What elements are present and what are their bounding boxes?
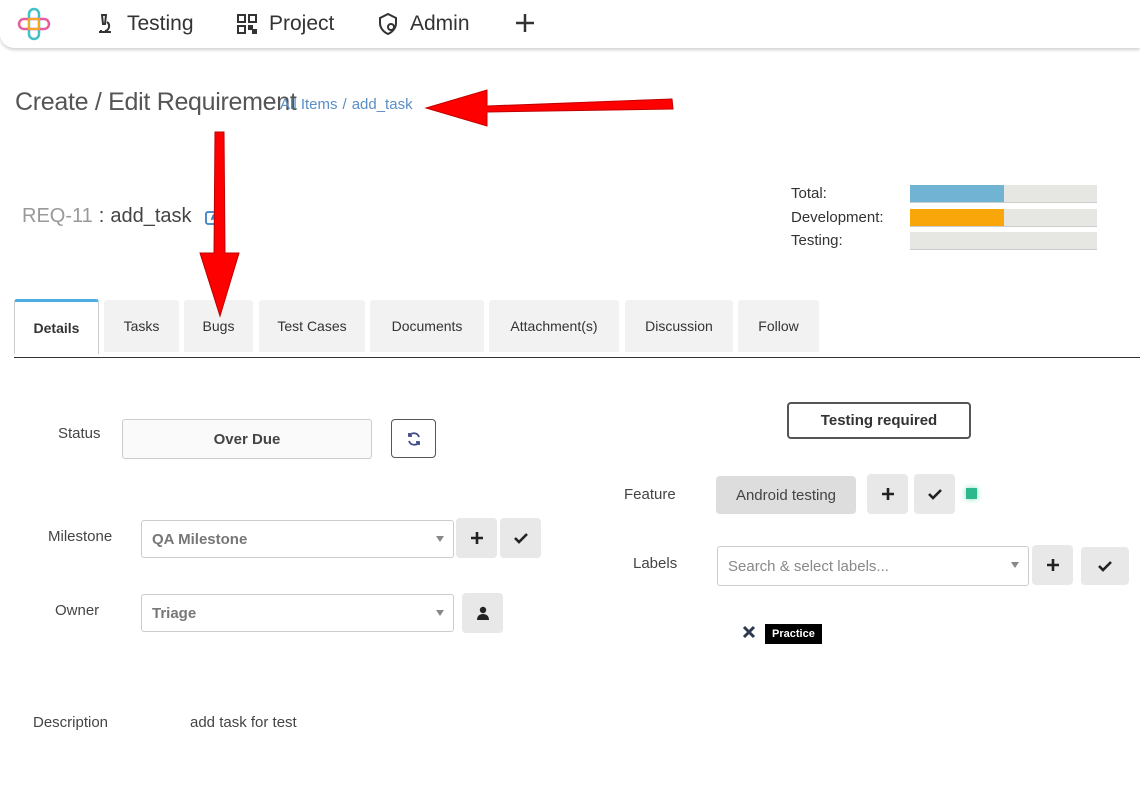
feature-value[interactable]: Android testing <box>716 476 856 514</box>
breadcrumb-all-items[interactable]: All Items <box>280 96 338 113</box>
labels-label: Labels <box>633 555 678 572</box>
requirement-heading: REQ-11 : add_task <box>22 205 224 228</box>
remove-tag-icon[interactable] <box>742 625 756 639</box>
tab-follow[interactable]: Follow <box>738 300 819 352</box>
tab-discussion[interactable]: Discussion <box>625 300 733 352</box>
requirement-name: add_task <box>110 205 192 227</box>
milestone-select-value: QA Milestone <box>152 530 248 548</box>
requirement-tabs: Details Tasks Bugs Test Cases Documents … <box>14 299 1140 358</box>
assign-owner-button[interactable] <box>462 593 503 633</box>
confirm-feature-button[interactable] <box>914 474 955 514</box>
nav-project-label: Project <box>269 12 335 35</box>
plus-icon <box>1046 559 1059 571</box>
refresh-status-button[interactable] <box>391 419 436 458</box>
tab-documents[interactable]: Documents <box>370 300 484 352</box>
tab-details[interactable]: Details <box>14 299 99 354</box>
tab-tasks[interactable]: Tasks <box>104 300 179 352</box>
nav-admin[interactable]: Admin <box>376 8 470 40</box>
owner-select-value: Triage <box>152 604 197 622</box>
breadcrumb-current[interactable]: add_task <box>352 96 413 113</box>
progress-total-bar <box>910 185 1097 203</box>
status-value: Over Due <box>122 419 372 459</box>
confirm-milestone-button[interactable] <box>500 518 541 558</box>
check-icon <box>927 489 942 500</box>
labels-select-placeholder: Search & select labels... <box>728 557 889 575</box>
progress-total-label: Total: <box>791 185 827 202</box>
check-icon <box>513 533 528 544</box>
page-title: Create / Edit Requirement <box>15 88 297 116</box>
add-milestone-button[interactable] <box>456 518 497 558</box>
chevron-down-icon <box>436 536 444 542</box>
plus-icon <box>470 532 483 544</box>
qr-grid-icon <box>237 14 257 34</box>
microscope-icon <box>99 14 111 33</box>
chevron-down-icon <box>436 610 444 616</box>
user-icon <box>476 606 489 620</box>
chevron-down-icon <box>1011 562 1019 568</box>
nav-testing-label: Testing <box>127 12 194 35</box>
nav-project[interactable]: Project <box>235 8 334 40</box>
breadcrumb-separator: / <box>342 96 347 113</box>
tab-attachments[interactable]: Attachment(s) <box>489 300 619 352</box>
nav-admin-label: Admin <box>410 12 470 35</box>
check-icon <box>1098 561 1112 572</box>
tab-test-cases[interactable]: Test Cases <box>259 300 365 352</box>
refresh-icon <box>407 431 420 446</box>
progress-total-fill <box>910 185 1004 202</box>
progress-testing-bar <box>910 232 1097 250</box>
plus-icon[interactable] <box>512 10 538 36</box>
add-label-button[interactable] <box>1032 545 1073 585</box>
admin-shield-icon <box>379 12 397 36</box>
feature-label: Feature <box>624 486 676 503</box>
requirement-id: REQ-11 <box>22 205 93 227</box>
plus-icon <box>881 488 894 500</box>
app-logo-icon[interactable] <box>16 6 52 42</box>
testing-required-button[interactable]: Testing required <box>787 402 971 439</box>
tab-bugs[interactable]: Bugs <box>184 300 253 352</box>
progress-development-bar <box>910 209 1097 227</box>
annotation-arrow-breadcrumb <box>424 89 674 127</box>
labels-select[interactable]: Search & select labels... <box>717 546 1029 586</box>
owner-select[interactable]: Triage <box>141 594 454 632</box>
requirement-separator: : <box>98 205 105 227</box>
confirm-label-button[interactable] <box>1081 547 1129 585</box>
progress-development-fill <box>910 209 1004 226</box>
label-tag: Practice <box>765 624 822 644</box>
add-feature-button[interactable] <box>867 474 908 514</box>
edit-icon[interactable] <box>204 206 224 227</box>
description-label: Description <box>33 714 109 731</box>
breadcrumb: All Items / add_task <box>280 96 413 113</box>
top-navbar: Testing Project Admin <box>0 0 1140 48</box>
progress-development-label: Development: <box>791 209 884 226</box>
progress-testing-label: Testing: <box>791 232 843 249</box>
owner-label: Owner <box>55 602 100 619</box>
status-label: Status <box>58 425 101 442</box>
milestone-select[interactable]: QA Milestone <box>141 520 454 558</box>
status-indicator-icon <box>966 488 977 499</box>
description-value: add task for test <box>190 714 297 731</box>
milestone-label: Milestone <box>48 528 113 545</box>
nav-testing[interactable]: Testing <box>93 8 194 40</box>
